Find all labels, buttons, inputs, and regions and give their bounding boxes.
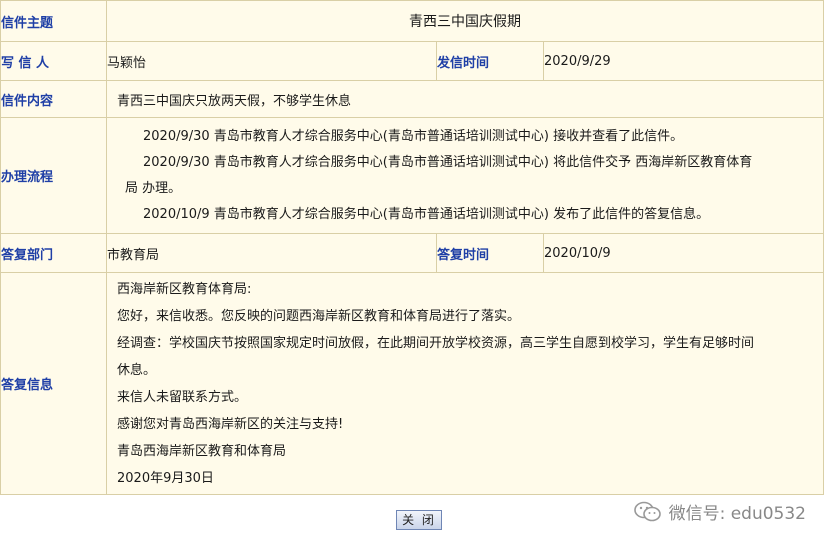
- process-step: 2020/9/30 青岛市教育人才综合服务中心(青岛市普通话培训测试中心) 接收…: [143, 128, 684, 144]
- letter-table: 信件主题 青西三中国庆假期 写 信 人 马颖怡 发信时间 2020/9/29 信…: [0, 0, 825, 495]
- reply-dept-value: 市教育局: [106, 233, 437, 273]
- reply-line: 2020年9月30日: [117, 470, 214, 486]
- writer-value: 马颖怡: [106, 41, 437, 81]
- wechat-watermark: 微信号: edu0532: [633, 499, 806, 524]
- process-label: 办理流程: [0, 117, 107, 234]
- watermark-text: 微信号: edu0532: [668, 504, 806, 524]
- send-time-label: 发信时间: [436, 41, 544, 81]
- process-step: 2020/10/9 青岛市教育人才综合服务中心(青岛市普通话培训测试中心) 发布…: [143, 206, 710, 222]
- reply-time-value: 2020/10/9: [542, 233, 825, 273]
- reply-dept-label: 答复部门: [0, 233, 107, 273]
- subject-label: 信件主题: [0, 0, 107, 42]
- footer-bar: 关 闭 微信号: edu0532: [0, 495, 830, 542]
- reply-time-label: 答复时间: [436, 233, 544, 273]
- subject-value: 青西三中国庆假期: [105, 0, 825, 42]
- letter-page: 信件主题 青西三中国庆假期 写 信 人 马颖怡 发信时间 2020/9/29 信…: [0, 0, 830, 542]
- reply-info-label: 答复信息: [0, 272, 107, 495]
- reply-line: 经调查：学校国庆节按照国家规定时间放假，在此期间开放学校资源，高三学生自愿到校学…: [117, 335, 755, 351]
- send-time-value: 2020/9/29: [542, 41, 825, 81]
- reply-line: 西海岸新区教育体育局:: [117, 281, 252, 297]
- wechat-icon: [633, 501, 661, 521]
- reply-line: 您好，来信收悉。您反映的问题西海岸新区教育和体育局进行了落实。: [117, 308, 521, 324]
- writer-label: 写 信 人: [0, 41, 107, 81]
- content-value: 青西三中国庆只放两天假，不够学生休息: [105, 80, 825, 118]
- process-list: 2020/9/30 青岛市教育人才综合服务中心(青岛市普通话培训测试中心) 接收…: [105, 117, 825, 234]
- reply-line: 青岛西海岸新区教育和体育局: [117, 443, 287, 459]
- reply-line: 休息。: [117, 362, 157, 378]
- reply-line: 感谢您对青岛西海岸新区的关注与支持!: [117, 416, 344, 432]
- reply-line: 来信人未留联系方式。: [117, 389, 248, 405]
- reply-info-body: 西海岸新区教育体育局: 您好，来信收悉。您反映的问题西海岸新区教育和体育局进行了…: [105, 272, 825, 495]
- process-step-continuation: 局 办理。: [125, 180, 182, 196]
- content-label: 信件内容: [0, 80, 107, 118]
- process-step: 2020/9/30 青岛市教育人才综合服务中心(青岛市普通话培训测试中心) 将此…: [143, 154, 753, 170]
- close-button[interactable]: 关 闭: [396, 510, 442, 530]
